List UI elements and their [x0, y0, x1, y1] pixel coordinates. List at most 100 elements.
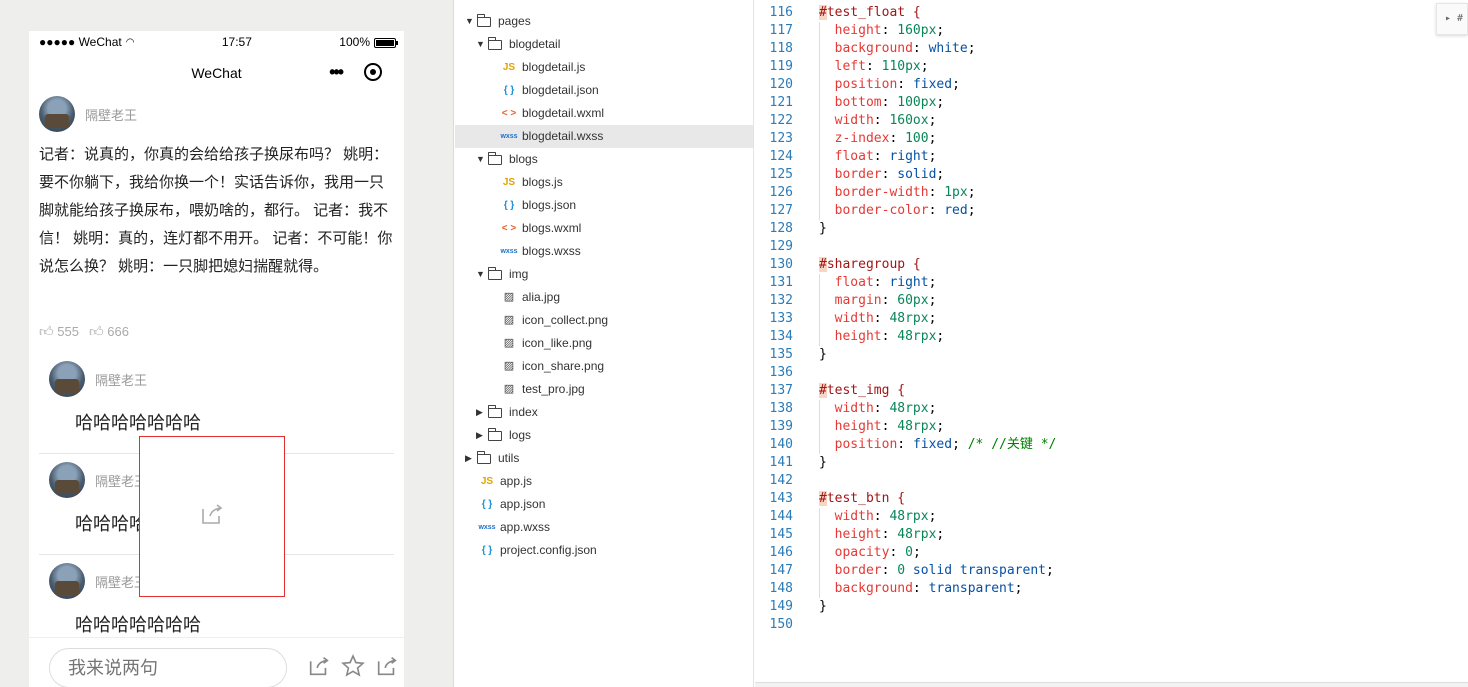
avatar[interactable] — [49, 462, 85, 498]
bracket-highlight: # — [819, 5, 827, 20]
more-icon[interactable]: ••• — [329, 62, 344, 82]
post-author-name: 隔壁老王 — [85, 107, 138, 123]
comment-input[interactable] — [49, 648, 287, 687]
tree-file[interactable]: wxss app.wxss — [477, 516, 550, 539]
code-token: ; — [1014, 581, 1023, 596]
collapse-panel-button[interactable]: ▸ # — [1436, 3, 1468, 35]
tree-folder-index[interactable]: ▶ index — [476, 401, 538, 424]
tree-item-label: app.wxss — [500, 520, 551, 534]
chevron-right-icon[interactable]: ▶ — [465, 447, 477, 470]
code-line: 120 position: fixed; — [755, 76, 960, 94]
comment-bar — [29, 637, 404, 687]
code-token: z-index — [819, 131, 890, 146]
star-icon[interactable] — [341, 654, 365, 684]
code-text: position: fixed; /* //关键 */ — [793, 436, 1057, 454]
wxml-file-icon: < > — [501, 108, 517, 119]
folder-icon — [487, 266, 502, 280]
tree-folder-logs[interactable]: ▶ logs — [476, 424, 531, 447]
tree-item-label: index — [509, 405, 538, 419]
tree-file[interactable]: ▨ icon_collect.png — [499, 309, 608, 332]
close-capsule-icon[interactable] — [364, 63, 382, 81]
tree-file[interactable]: ▨ test_pro.jpg — [499, 378, 585, 401]
tree-file[interactable]: { } blogs.json — [499, 194, 576, 217]
tree-file[interactable]: wxss blogdetail.wxss — [455, 125, 753, 148]
battery-icon — [374, 37, 398, 48]
code-token: : — [897, 437, 913, 452]
tree-file[interactable]: < > blogdetail.wxml — [499, 102, 604, 125]
code-line: 144 width: 48rpx; — [755, 508, 937, 526]
tree-file[interactable]: ▨ icon_like.png — [499, 332, 592, 355]
code-token: : — [865, 59, 882, 74]
code-line: 148 background: transparent; — [755, 580, 1023, 598]
tree-folder-blogdetail[interactable]: ▼ blogdetail — [476, 33, 560, 56]
tree-folder-utils[interactable]: ▶ utils — [465, 447, 519, 470]
folder-icon — [476, 13, 491, 27]
floating-share-box[interactable] — [139, 436, 285, 597]
avatar[interactable] — [49, 563, 85, 599]
code-token: ; — [967, 203, 976, 218]
code-token: #test_btn { — [819, 491, 906, 506]
tree-file[interactable]: ▨ alia.jpg — [499, 286, 560, 309]
code-token: 60px — [897, 293, 929, 308]
code-token: border — [819, 563, 882, 578]
code-token: 48rpx — [897, 329, 937, 344]
line-number: 119 — [769, 59, 793, 74]
carrier-label: ●●●●● WeChat — [39, 35, 122, 49]
tree-file[interactable]: { } app.json — [477, 493, 546, 516]
tree-file[interactable]: JS blogs.js — [499, 171, 563, 194]
code-token: ; — [928, 293, 937, 308]
tree-file[interactable]: < > blogs.wxml — [499, 217, 582, 240]
tree-file[interactable]: { } project.config.json — [477, 539, 597, 562]
code-token: ; — [920, 59, 929, 74]
tree-file[interactable]: JS blogdetail.js — [499, 56, 586, 79]
thumb-button[interactable]: 👍︎ 666 — [89, 323, 129, 340]
code-token: ; — [928, 113, 937, 128]
tree-file[interactable]: { } blogdetail.json — [499, 79, 599, 102]
tree-folder-blogs[interactable]: ▼ blogs — [476, 148, 538, 171]
share-icon[interactable] — [375, 654, 399, 684]
chevron-right-icon[interactable]: ▶ — [476, 401, 488, 424]
code-text: z-index: 100; — [793, 130, 937, 148]
share-icon[interactable] — [307, 654, 331, 684]
chevron-down-icon[interactable]: ▼ — [465, 10, 477, 33]
code-token: : — [912, 581, 929, 596]
code-token: width — [819, 401, 874, 416]
line-number: 121 — [769, 95, 793, 110]
like-button[interactable]: 👍︎ 555 — [39, 323, 79, 340]
tree-item-label: pages — [498, 14, 531, 28]
code-token: border — [819, 167, 882, 182]
code-token: : — [889, 545, 906, 560]
code-token: ; — [936, 95, 945, 110]
code-text: background: white; — [793, 40, 976, 58]
chevron-down-icon[interactable]: ▼ — [476, 263, 488, 286]
comment-text: 哈哈哈哈哈哈哈 — [75, 615, 201, 635]
code-text: } — [793, 598, 827, 616]
code-token: white — [928, 41, 968, 56]
avatar[interactable] — [39, 96, 75, 132]
comment-text: 哈哈哈哈哈哈哈 — [75, 413, 201, 433]
tree-file[interactable]: JS app.js — [477, 470, 532, 493]
avatar[interactable] — [49, 361, 85, 397]
code-token: ; — [967, 185, 976, 200]
code-token: ; — [928, 149, 937, 164]
share-icon[interactable] — [199, 501, 225, 533]
chevron-down-icon[interactable]: ▼ — [476, 33, 488, 56]
chevron-down-icon[interactable]: ▼ — [476, 148, 488, 171]
code-token: ; — [952, 77, 960, 92]
nav-title: WeChat — [191, 65, 242, 81]
json-file-icon: { } — [481, 545, 493, 556]
code-editor[interactable]: ▸ # 116 #test_float {117 height: 160px; 11… — [755, 0, 1468, 687]
code-line: 123 z-index: 100; — [755, 130, 937, 148]
code-token: ; — [1046, 563, 1054, 578]
tree-folder-img[interactable]: ▼ img — [476, 263, 528, 286]
tree-file[interactable]: wxss blogs.wxss — [499, 240, 580, 263]
code-token: height — [819, 329, 882, 344]
tree-item-label: blogs.json — [522, 198, 577, 212]
tree-file[interactable]: ▨ icon_share.png — [499, 355, 604, 378]
code-line: 135} — [755, 346, 827, 364]
tree-folder-pages[interactable]: ▼ pages — [465, 10, 531, 33]
chevron-right-icon[interactable]: ▶ — [476, 424, 488, 447]
